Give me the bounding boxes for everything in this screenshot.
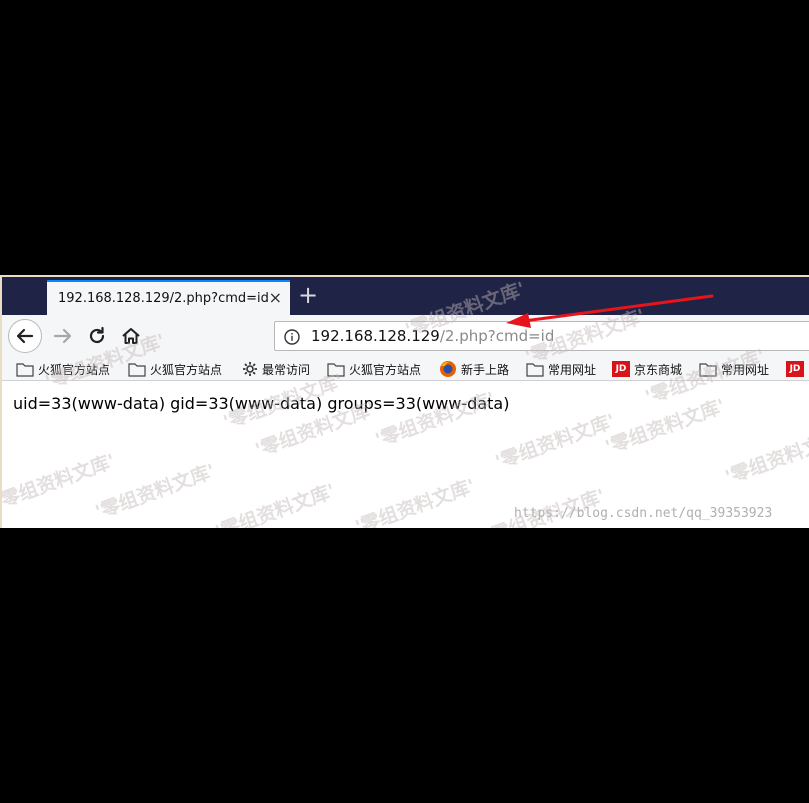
bookmark-item[interactable]: 最常访问: [242, 359, 310, 379]
firefox-icon: [440, 361, 456, 377]
bookmarks-toolbar: 火狐官方站点 火狐官方站点 最常访问 火狐官方站点 新手上路 常用网址 JD 京…: [2, 357, 809, 381]
bookmark-label: 火狐官方站点: [150, 362, 223, 377]
tab-strip: 192.168.128.129/2.php?cmd=id × +: [2, 277, 809, 315]
bookmark-item[interactable]: 火狐官方站点: [327, 359, 421, 379]
new-tab-button[interactable]: +: [298, 281, 318, 309]
back-button[interactable]: [8, 319, 42, 353]
reload-icon: [89, 326, 105, 344]
back-arrow-icon: [16, 328, 34, 344]
browser-screenshot: 192.168.128.129/2.php?cmd=id × + 192.168…: [0, 275, 809, 528]
bookmark-label: 火狐官方站点: [349, 362, 422, 377]
folder-icon: [526, 362, 544, 377]
command-output: uid=33(www-data) gid=33(www-data) groups…: [13, 394, 510, 413]
tab-title: 192.168.128.129/2.php?cmd=id: [58, 291, 269, 306]
address-bar[interactable]: 192.168.128.129/2.php?cmd=id: [274, 321, 809, 351]
info-icon[interactable]: [283, 328, 301, 346]
jd-icon: JD: [786, 361, 804, 377]
csdn-watermark: https://blog.csdn.net/qq_39353923: [514, 506, 773, 521]
bookmark-item[interactable]: 火狐官方站点: [16, 359, 110, 379]
bookmark-label: 火狐官方站点: [38, 362, 111, 377]
bookmark-label: 最常访问: [262, 362, 311, 377]
home-icon: [122, 328, 140, 344]
url-text[interactable]: 192.168.128.129/2.php?cmd=id: [311, 327, 554, 345]
bookmark-label: 常用网址: [548, 362, 597, 377]
bookmark-item[interactable]: 常用网址: [699, 359, 769, 379]
bookmark-item[interactable]: JD 京东商城: [612, 359, 682, 379]
forward-button[interactable]: [46, 319, 80, 353]
url-host: 192.168.128.129: [311, 327, 440, 345]
url-path: /2.php?cmd=id: [439, 327, 555, 345]
jd-icon: JD: [612, 361, 630, 377]
folder-icon: [16, 362, 34, 377]
gear-icon: [243, 362, 257, 376]
tab-active[interactable]: 192.168.128.129/2.php?cmd=id ×: [47, 280, 290, 315]
tab-close-button[interactable]: ×: [269, 288, 282, 308]
page-content: uid=33(www-data) gid=33(www-data) groups…: [2, 381, 809, 528]
navigation-toolbar: 192.168.128.129/2.php?cmd=id: [2, 315, 809, 357]
folder-icon: [699, 362, 717, 377]
bookmark-item[interactable]: 新手上路: [439, 359, 509, 379]
folder-icon: [128, 362, 146, 377]
bookmark-label: 常用网址: [721, 362, 770, 377]
forward-arrow-icon: [53, 328, 72, 344]
reload-button[interactable]: [80, 319, 114, 353]
folder-icon: [327, 362, 345, 377]
bookmark-item[interactable]: 常用网址: [526, 359, 596, 379]
bookmark-item-partial[interactable]: JD: [786, 359, 804, 379]
bookmark-label: 京东商城: [634, 362, 683, 377]
bookmark-item[interactable]: 火狐官方站点: [128, 359, 222, 379]
bookmark-label: 新手上路: [461, 362, 510, 377]
home-button[interactable]: [114, 319, 148, 353]
